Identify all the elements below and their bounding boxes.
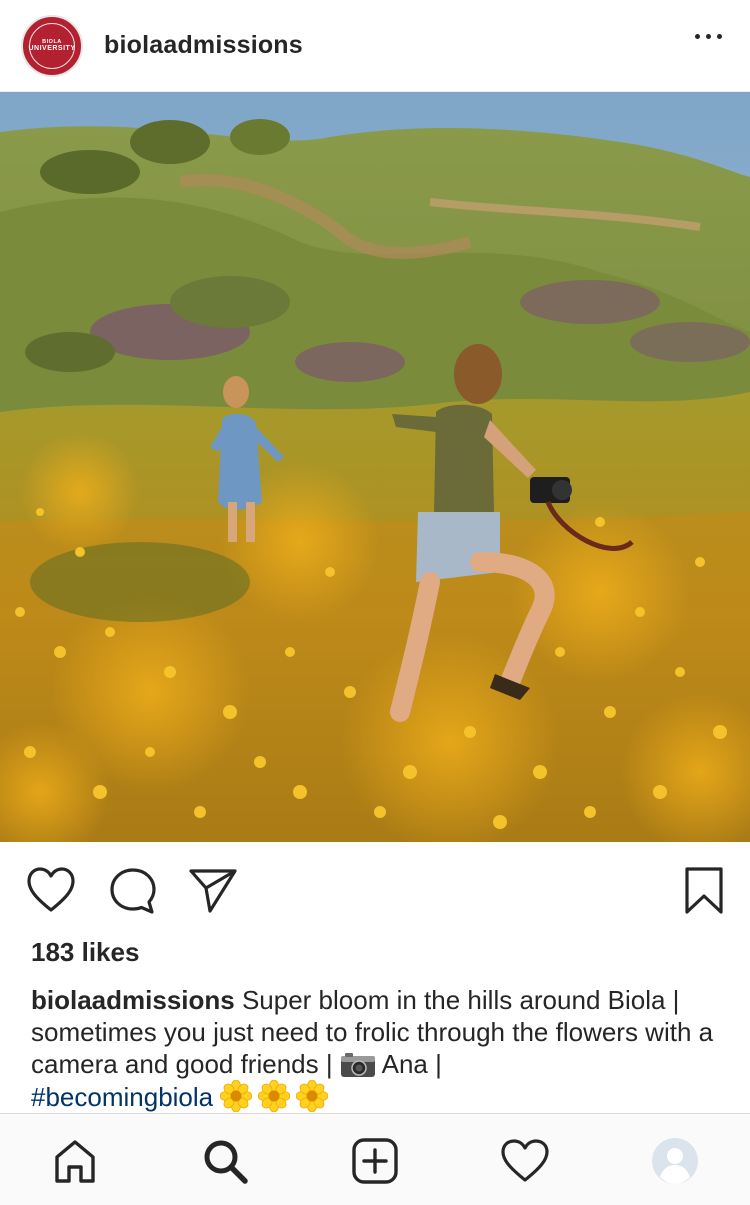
post-photo[interactable] [0, 92, 750, 842]
more-horizontal-icon[interactable] [695, 34, 722, 39]
post-caption: biolaadmissions Super bloom in the hills… [31, 984, 721, 1113]
comment-icon[interactable] [108, 866, 158, 916]
activity-icon [501, 1139, 549, 1182]
camera-emoji-icon [340, 1053, 375, 1077]
new-post-icon [352, 1138, 398, 1184]
sunflower-emoji-icon [258, 1080, 291, 1112]
post-photo-image [0, 92, 750, 842]
post-header: BIOLA UNIVERSITY biolaadmissions [0, 0, 750, 92]
sunflower-emoji-icon [296, 1080, 329, 1112]
caption-username[interactable]: biolaadmissions [31, 985, 235, 1015]
caption-hashtag[interactable]: #becomingbiola [31, 1082, 213, 1112]
heart-icon[interactable] [26, 866, 76, 914]
bottom-tab-bar [0, 1113, 750, 1205]
avatar-logo-text: BIOLA UNIVERSITY [28, 39, 75, 53]
bookmark-icon[interactable] [684, 866, 724, 916]
tab-home[interactable] [50, 1136, 100, 1186]
sunflower-emoji-icon [220, 1080, 253, 1112]
tab-new-post[interactable] [350, 1136, 400, 1186]
tab-profile[interactable] [650, 1136, 700, 1186]
profile-icon [652, 1138, 698, 1184]
tab-search[interactable] [200, 1136, 250, 1186]
post-username[interactable]: biolaadmissions [104, 31, 303, 60]
avatar[interactable]: BIOLA UNIVERSITY [21, 14, 83, 77]
home-icon [55, 1140, 95, 1183]
send-icon[interactable] [188, 866, 238, 914]
search-icon [204, 1140, 248, 1184]
avatar-text-main: UNIVERSITY [28, 44, 76, 52]
caption-text-2: Ana | [375, 1049, 442, 1079]
tab-activity[interactable] [500, 1136, 550, 1186]
likes-count[interactable]: 183 likes [31, 937, 139, 968]
